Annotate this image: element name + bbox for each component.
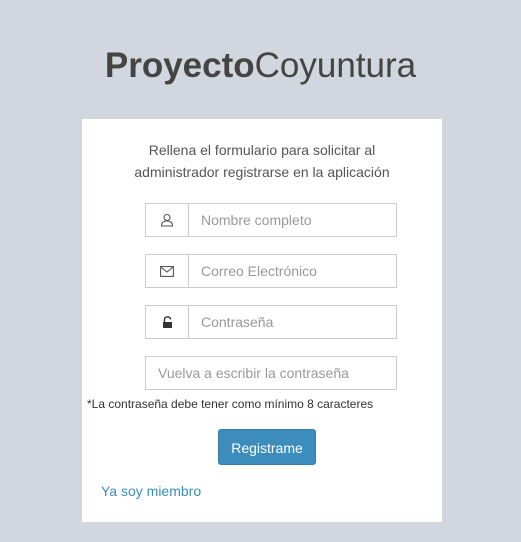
email-field-group xyxy=(145,254,397,288)
register-message-line-2: administrador registrarse en la aplicaci… xyxy=(134,164,390,180)
password-requirement-note: *La contraseña debe tener como mínimo 8 … xyxy=(87,397,374,411)
already-member-link[interactable]: Ya soy miembro xyxy=(101,483,201,499)
register-button[interactable]: Registrame xyxy=(218,429,316,465)
logo-light-text: Coyuntura xyxy=(254,46,417,85)
password-repeat-field-group xyxy=(145,356,397,390)
register-message: Rellena el formulario para solicitar al … xyxy=(82,139,442,183)
email-input[interactable] xyxy=(189,255,396,287)
app-logo: ProyectoCoyuntura xyxy=(0,44,521,88)
password-repeat-input[interactable] xyxy=(146,357,396,389)
lock-icon xyxy=(146,306,189,338)
register-message-line-1: Rellena el formulario para solicitar al xyxy=(148,142,376,158)
user-icon xyxy=(146,204,189,236)
password-input[interactable] xyxy=(189,306,396,338)
name-field-group xyxy=(145,203,397,237)
logo-bold-text: Proyecto xyxy=(104,46,255,85)
password-field-group xyxy=(145,305,397,339)
envelope-icon xyxy=(146,255,189,287)
register-box: Rellena el formulario para solicitar al … xyxy=(82,119,442,522)
name-input[interactable] xyxy=(189,204,396,236)
